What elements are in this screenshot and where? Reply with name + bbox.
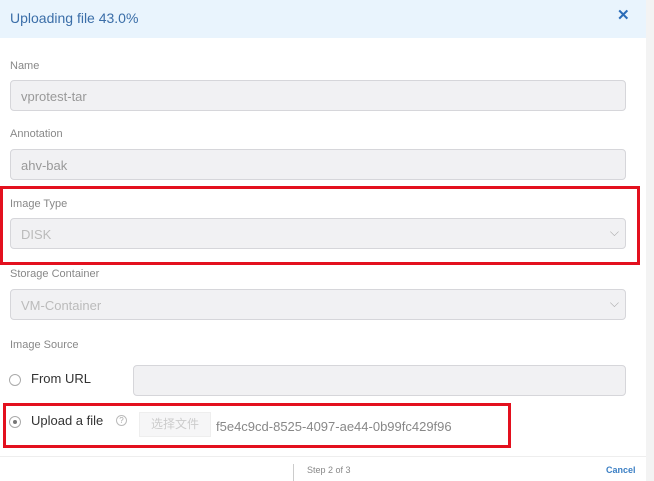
help-icon[interactable]: ? <box>116 415 127 426</box>
scrollbar[interactable] <box>646 0 654 481</box>
image-type-select[interactable]: DISK ⌵ <box>10 218 626 249</box>
storage-container-value: VM-Container <box>21 298 102 313</box>
dialog-title: Uploading file 43.0% <box>10 10 139 26</box>
close-icon[interactable]: ✕ <box>617 6 630 24</box>
image-type-value: DISK <box>21 227 52 242</box>
image-type-label: Image Type <box>10 198 68 210</box>
selected-filename: f5e4c9cd-8525-4097-ae44-0b99fc429f96 <box>216 419 452 434</box>
annotation-input[interactable]: ahv-bak <box>10 149 626 180</box>
upload-file-radio[interactable] <box>9 416 21 428</box>
storage-container-select[interactable]: VM-Container ⌵ <box>10 289 626 320</box>
from-url-radio[interactable] <box>9 374 21 386</box>
upload-file-label: Upload a file <box>31 413 104 428</box>
storage-container-label: Storage Container <box>10 268 100 280</box>
from-url-label: From URL <box>31 371 91 386</box>
footer-divider <box>293 464 294 481</box>
name-label: Name <box>10 60 40 72</box>
name-input[interactable]: vprotest-tar <box>10 80 626 111</box>
image-source-label: Image Source <box>10 339 79 351</box>
chevron-down-icon: ⌵ <box>609 225 619 239</box>
choose-file-button[interactable]: 选择文件 <box>139 412 211 437</box>
annotation-label: Annotation <box>10 128 63 140</box>
step-indicator: Step 2 of 3 <box>307 465 351 475</box>
chevron-down-icon: ⌵ <box>609 296 619 310</box>
url-input[interactable] <box>133 365 626 396</box>
cancel-button[interactable]: Cancel <box>606 465 636 475</box>
